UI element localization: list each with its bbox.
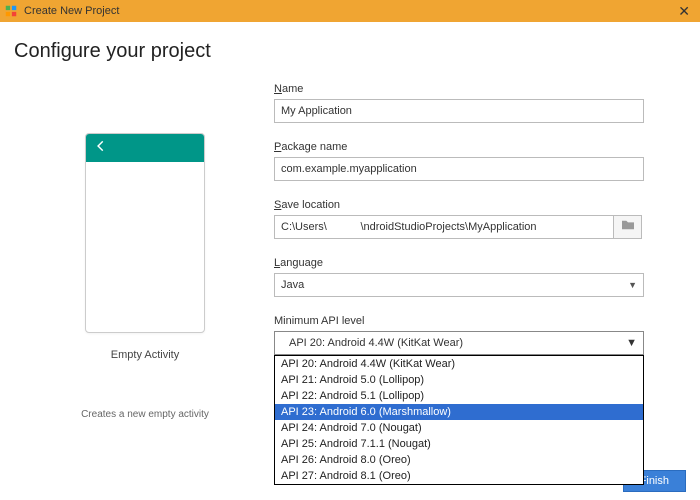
api-option[interactable]: API 22: Android 5.1 (Lollipop) [275, 388, 643, 404]
language-value: Java [281, 279, 304, 291]
api-option[interactable]: API 26: Android 8.0 (Oreo) [275, 452, 643, 468]
phone-preview [85, 133, 205, 333]
page-title: Configure your project [0, 22, 700, 63]
back-arrow-icon [94, 139, 108, 158]
api-level-dropdown: API 20: Android 4.4W (KitKat Wear)API 21… [274, 355, 644, 485]
name-label: Name [274, 83, 680, 95]
package-label: Package name [274, 141, 680, 153]
chevron-down-icon: ▼ [628, 280, 637, 290]
save-location-field: Save location [274, 199, 680, 239]
api-option[interactable]: API 20: Android 4.4W (KitKat Wear) [275, 356, 643, 372]
window-title: Create New Project [24, 5, 672, 17]
name-field: Name [274, 83, 680, 123]
api-level-value: API 20: Android 4.4W (KitKat Wear) [289, 337, 463, 349]
api-option[interactable]: API 25: Android 7.1.1 (Nougat) [275, 436, 643, 452]
package-field: Package name [274, 141, 680, 181]
api-option[interactable]: API 21: Android 5.0 (Lollipop) [275, 372, 643, 388]
preview-panel: Empty Activity Creates a new empty activ… [20, 83, 270, 420]
api-level-label: Minimum API level [274, 315, 680, 327]
save-location-label: Save location [274, 199, 680, 211]
api-option[interactable]: API 27: Android 8.1 (Oreo) [275, 468, 643, 484]
preview-description: Creates a new empty activity [81, 409, 209, 420]
save-location-input[interactable] [274, 215, 614, 239]
titlebar: Create New Project ✕ [0, 0, 700, 22]
api-level-field: Minimum API level API 20: Android 4.4W (… [274, 315, 680, 355]
language-field: Language Java ▼ [274, 257, 680, 297]
api-option[interactable]: API 23: Android 6.0 (Marshmallow) [275, 404, 643, 420]
app-icon [4, 4, 18, 18]
language-select[interactable]: Java ▼ [274, 273, 644, 297]
close-icon[interactable]: ✕ [672, 3, 696, 20]
content: Empty Activity Creates a new empty activ… [0, 63, 700, 420]
package-input[interactable] [274, 157, 644, 181]
folder-icon [621, 218, 635, 236]
preview-label: Empty Activity [111, 349, 179, 361]
chevron-down-icon: ▼ [626, 337, 637, 349]
form-panel: Name Package name Save location Language… [270, 83, 680, 420]
name-input[interactable] [274, 99, 644, 123]
api-option[interactable]: API 24: Android 7.0 (Nougat) [275, 420, 643, 436]
browse-button[interactable] [614, 215, 642, 239]
language-label: Language [274, 257, 680, 269]
phone-appbar [86, 134, 204, 162]
api-level-select[interactable]: API 20: Android 4.4W (KitKat Wear) ▼ [274, 331, 644, 355]
